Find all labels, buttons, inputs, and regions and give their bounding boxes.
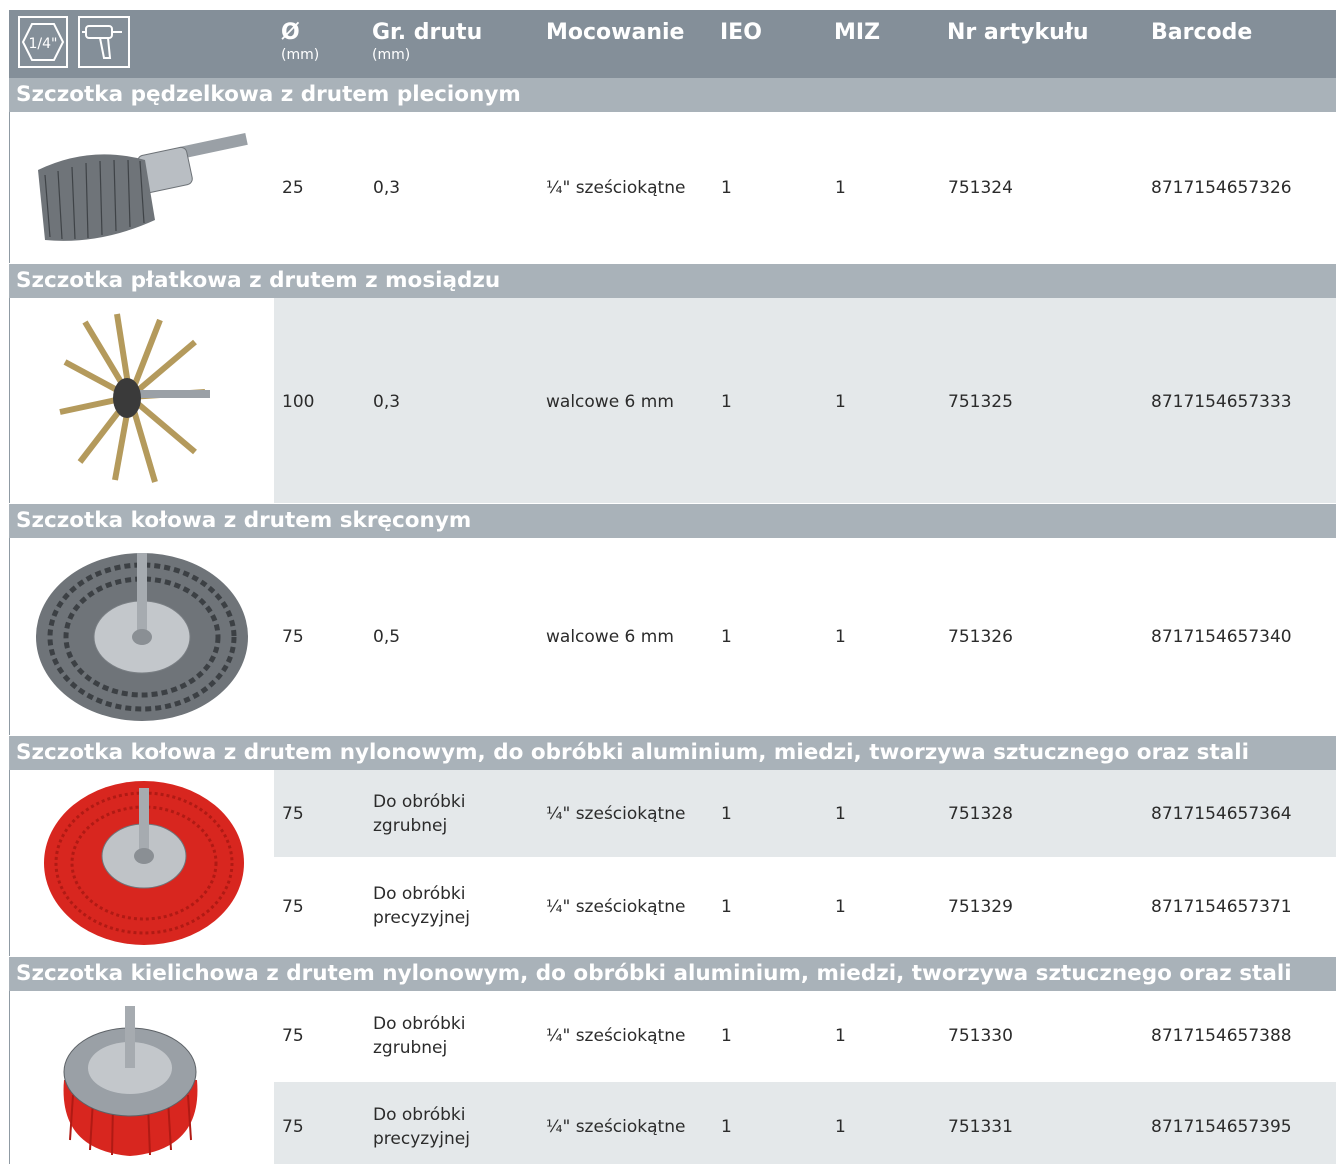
cell-miz: 1 xyxy=(835,1026,846,1046)
col-diameter-unit: (mm) xyxy=(281,47,320,63)
cell-wire-line2: zgrubnej xyxy=(373,1038,448,1058)
section-title: Szczotka kołowa z drutem skręconym xyxy=(9,504,1336,538)
cell-diameter: 75 xyxy=(282,1117,304,1137)
red-nylon-cup-brush-image xyxy=(58,1000,203,1164)
cell-article: 751328 xyxy=(948,804,1013,824)
col-article-header: Nr artykułu xyxy=(947,18,1089,48)
cell-wire-line2: precyzyjnej xyxy=(373,1129,470,1149)
cell-wire-line1: Do obróbki xyxy=(373,792,466,812)
left-border xyxy=(9,538,10,735)
twisted-wheel-brush-image xyxy=(32,545,252,729)
cell-ieo: 1 xyxy=(721,804,732,824)
cell-diameter: 25 xyxy=(282,178,304,198)
left-border xyxy=(9,298,10,503)
cell-miz: 1 xyxy=(835,897,846,917)
cell-wire-line2: precyzyjnej xyxy=(373,908,470,928)
col-barcode-title: Barcode xyxy=(1151,20,1253,45)
cell-diameter: 75 xyxy=(282,1026,304,1046)
cell-barcode: 8717154657395 xyxy=(1151,1117,1292,1137)
col-miz-header: MIZ xyxy=(834,18,880,48)
cell-wire-line1: Do obróbki xyxy=(373,1105,466,1125)
left-border xyxy=(9,770,10,956)
cell-mount: walcowe 6 mm xyxy=(546,627,674,647)
col-wire-header: Gr. drutu (mm) xyxy=(372,18,482,62)
cell-mount: ¼" sześciokątne xyxy=(546,897,686,917)
section-title: Szczotka kielichowa z drutem nylonowym, … xyxy=(9,957,1336,991)
cell-ieo: 1 xyxy=(721,1026,732,1046)
left-border xyxy=(9,112,10,263)
section-title: Szczotka płatkowa z drutem z mosiądzu xyxy=(9,264,1336,298)
cell-miz: 1 xyxy=(835,1117,846,1137)
cell-ieo: 1 xyxy=(721,1117,732,1137)
col-article-title: Nr artykułu xyxy=(947,20,1089,45)
brass-flap-brush-image xyxy=(55,312,220,488)
cell-ieo: 1 xyxy=(721,178,732,198)
col-diameter-header: Ø (mm) xyxy=(281,18,319,62)
col-mount-header: Mocowanie xyxy=(546,18,684,48)
col-barcode-header: Barcode xyxy=(1151,18,1252,48)
cell-miz: 1 xyxy=(835,804,846,824)
drill-icon xyxy=(78,16,130,68)
cell-barcode: 8717154657388 xyxy=(1151,1026,1292,1046)
col-ieo-header: IEO xyxy=(720,18,762,48)
cell-miz: 1 xyxy=(835,392,846,412)
cell-diameter: 75 xyxy=(282,627,304,647)
cell-wire-line2: zgrubnej xyxy=(373,816,448,836)
cell-article: 751330 xyxy=(948,1026,1013,1046)
steel-end-brush-image xyxy=(30,125,255,254)
cell-barcode: 8717154657333 xyxy=(1151,392,1292,412)
cell-wire: 0,3 xyxy=(373,178,401,198)
cell-wire: 0,5 xyxy=(373,627,401,647)
cell-wire: 0,3 xyxy=(373,392,401,412)
cell-barcode: 8717154657364 xyxy=(1151,804,1292,824)
col-wire-unit: (mm) xyxy=(372,47,411,63)
col-miz-title: MIZ xyxy=(834,20,881,45)
cell-barcode: 8717154657340 xyxy=(1151,627,1292,647)
cell-miz: 1 xyxy=(835,627,846,647)
cell-diameter: 75 xyxy=(282,804,304,824)
cell-article: 751325 xyxy=(948,392,1013,412)
cell-article: 751329 xyxy=(948,897,1013,917)
cell-mount: ¼" sześciokątne xyxy=(546,1117,686,1137)
hex-shank-icon: 1/4" xyxy=(18,16,68,68)
cell-wire-line1: Do obróbki xyxy=(373,1014,466,1034)
cell-article: 751326 xyxy=(948,627,1013,647)
col-wire-title: Gr. drutu xyxy=(372,20,483,45)
cell-mount: ¼" sześciokątne xyxy=(546,178,686,198)
cell-barcode: 8717154657326 xyxy=(1151,178,1292,198)
cell-barcode: 8717154657371 xyxy=(1151,897,1292,917)
cell-article: 751324 xyxy=(948,178,1013,198)
cell-ieo: 1 xyxy=(721,392,732,412)
section-title: Szczotka kołowa z drutem nylonowym, do o… xyxy=(9,736,1336,770)
cell-mount: walcowe 6 mm xyxy=(546,392,674,412)
col-ieo-title: IEO xyxy=(720,20,762,45)
cell-wire-line1: Do obróbki xyxy=(373,884,466,904)
cell-article: 751331 xyxy=(948,1117,1013,1137)
red-nylon-wheel-brush-image xyxy=(42,778,247,952)
cell-mount: ¼" sześciokątne xyxy=(546,804,686,824)
table-header: 1/4" Ø (mm) Gr. drutu (mm) Mocowanie IEO… xyxy=(9,10,1336,78)
col-diameter-title: Ø xyxy=(281,20,300,45)
cell-ieo: 1 xyxy=(721,627,732,647)
cell-mount: ¼" sześciokątne xyxy=(546,1026,686,1046)
left-border xyxy=(9,990,10,1164)
cell-diameter: 100 xyxy=(282,392,315,412)
section-title: Szczotka pędzelkowa z drutem plecionym xyxy=(9,78,1336,112)
cell-ieo: 1 xyxy=(721,897,732,917)
cell-diameter: 75 xyxy=(282,897,304,917)
cell-miz: 1 xyxy=(835,178,846,198)
col-mount-title: Mocowanie xyxy=(546,20,685,45)
svg-text:1/4": 1/4" xyxy=(29,36,58,52)
